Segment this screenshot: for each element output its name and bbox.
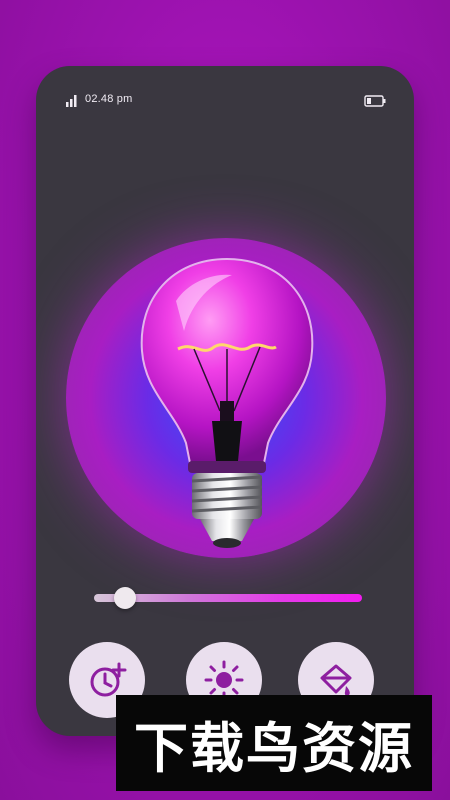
slider-thumb[interactable] — [114, 587, 136, 609]
brightness-slider[interactable] — [94, 587, 362, 609]
phone-screen: 02.48 pm — [36, 66, 414, 736]
watermark-text: 下载鸟资源 — [134, 716, 414, 780]
light-bulb-icon[interactable] — [134, 251, 320, 551]
paint-bucket-icon — [320, 664, 352, 696]
signal-bars-icon — [66, 95, 77, 107]
brightness-sun-icon — [204, 660, 244, 700]
timer-add-icon — [90, 662, 127, 697]
battery-low-icon — [364, 95, 386, 107]
status-time: 02.48 pm — [85, 93, 133, 105]
watermark-banner: 下载鸟资源 — [116, 695, 432, 791]
status-bar: 02.48 pm — [36, 92, 414, 112]
